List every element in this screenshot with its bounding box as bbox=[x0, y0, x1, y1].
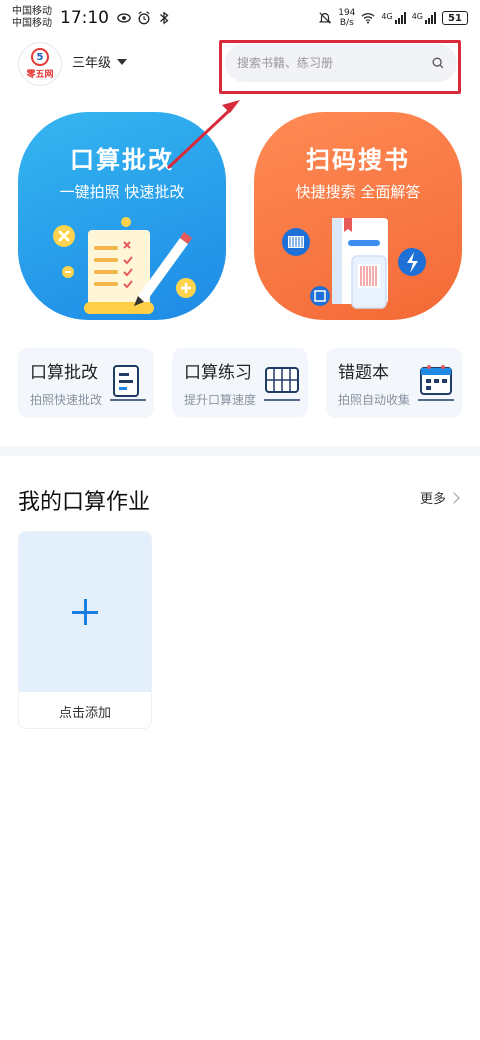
grid-board-icon bbox=[264, 367, 300, 401]
document-check-icon bbox=[110, 365, 146, 401]
shortcut-oral-calc-practice[interactable]: 口算练习 提升口算速度 bbox=[172, 348, 308, 418]
mute-bell-icon bbox=[319, 12, 332, 24]
search-input[interactable] bbox=[237, 56, 431, 70]
calendar-book-icon bbox=[418, 365, 454, 401]
signal-1-label: 4G bbox=[381, 12, 393, 21]
shortcut-mistake-book[interactable]: 错题本 拍照自动收集 bbox=[326, 348, 462, 418]
app-logo[interactable]: 5 零五网 bbox=[18, 42, 62, 86]
more-link[interactable]: 更多 bbox=[419, 488, 460, 507]
status-bar: 中国移动 中国移动 17:10 194 B/s 4G 4G 51 bbox=[0, 0, 480, 36]
grade-label: 三年级 bbox=[72, 56, 112, 71]
chevron-right-icon bbox=[448, 491, 460, 504]
carrier-1: 中国移动 bbox=[12, 6, 52, 17]
add-area[interactable] bbox=[19, 532, 151, 692]
logo-text: 零五网 bbox=[26, 70, 54, 80]
signal-1-icon: 4G bbox=[381, 12, 406, 24]
net-speed-unit: B/s bbox=[339, 18, 354, 28]
home-top-section: 5 零五网 三年级 口算批改 一键拍照 快速批改 bbox=[0, 36, 480, 446]
more-label: 更多 bbox=[419, 492, 446, 507]
signal-2-label: 4G bbox=[411, 12, 423, 21]
carrier-info: 中国移动 中国移动 bbox=[12, 6, 52, 30]
bluetooth-icon bbox=[160, 11, 169, 25]
add-label: 点击添加 bbox=[58, 705, 111, 721]
battery-indicator: 51 bbox=[442, 11, 468, 25]
homework-check-illustration bbox=[53, 217, 196, 314]
carrier-2: 中国移动 bbox=[12, 18, 52, 29]
alarm-icon bbox=[138, 11, 150, 25]
plus-icon bbox=[72, 599, 98, 625]
card-scan-search-book[interactable]: 扫码搜书 快捷搜索 全面解答 bbox=[254, 112, 462, 320]
section-title: 我的口算作业 bbox=[18, 490, 151, 515]
search-icon[interactable] bbox=[431, 56, 445, 70]
homework-section: 我的口算作业 更多 点击添加 bbox=[0, 456, 480, 1040]
scan-book-illustration bbox=[282, 218, 426, 309]
card-oral-calc-check[interactable]: 口算批改 一键拍照 快速批改 bbox=[18, 112, 226, 320]
eye-icon bbox=[117, 13, 131, 23]
wifi-icon bbox=[361, 13, 375, 24]
card-subtitle: 一键拍照 快速批改 bbox=[59, 183, 185, 201]
net-speed-value: 194 bbox=[338, 8, 356, 18]
app-header: 5 零五网 三年级 bbox=[0, 36, 480, 94]
shortcut-oral-calc-check[interactable]: 口算批改 拍照快速批改 bbox=[18, 348, 154, 418]
network-speed: 194 B/s bbox=[338, 8, 355, 28]
clock: 17:10 bbox=[60, 8, 109, 28]
card-title: 口算批改 bbox=[70, 146, 174, 174]
search-bar[interactable] bbox=[225, 44, 457, 82]
caret-down-icon bbox=[117, 58, 128, 65]
add-homework-card[interactable]: 点击添加 bbox=[18, 531, 152, 729]
signal-2-icon: 4G bbox=[412, 12, 436, 24]
card-title: 扫码搜书 bbox=[306, 146, 410, 174]
card-subtitle: 快捷搜索 全面解答 bbox=[295, 183, 421, 201]
grade-selector[interactable]: 三年级 bbox=[72, 52, 128, 71]
logo-number: 5 bbox=[31, 48, 49, 66]
